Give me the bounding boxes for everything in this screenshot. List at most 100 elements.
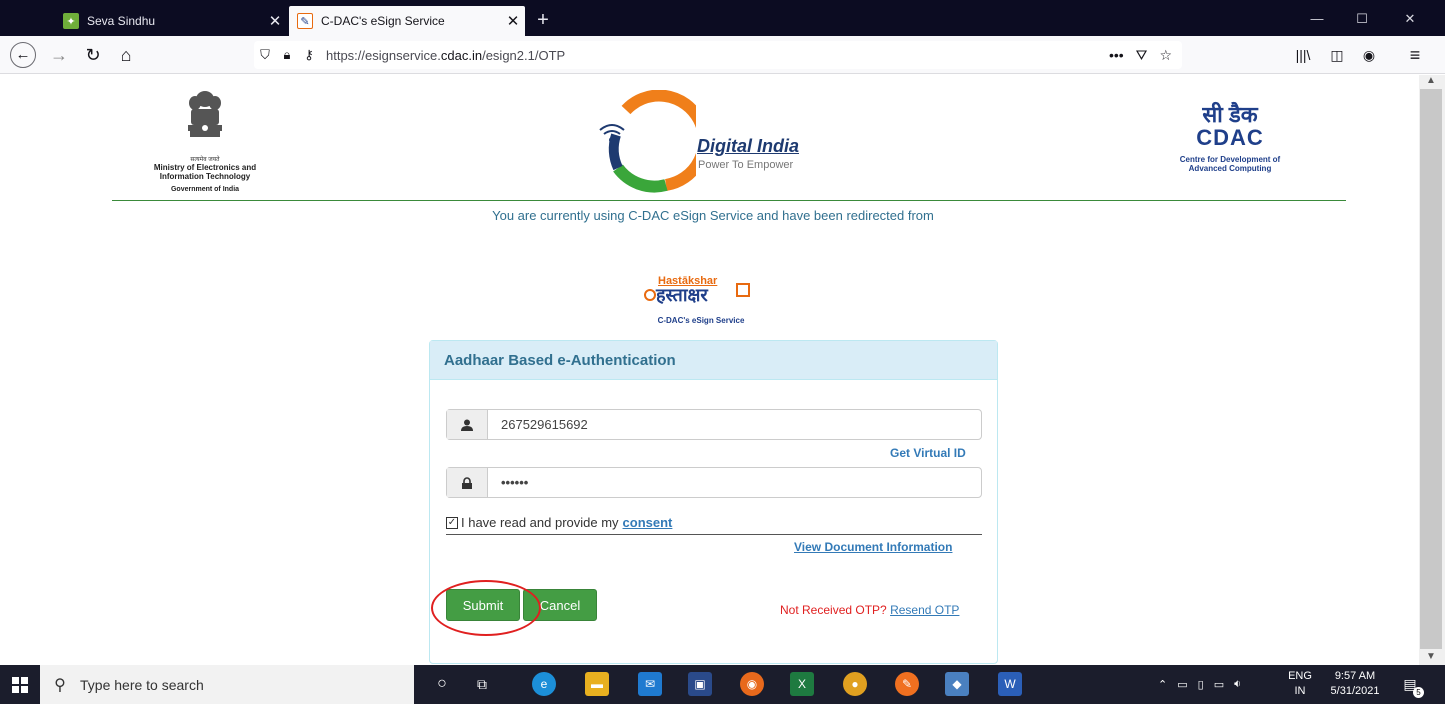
meity-hindi-motto: सत्यमेव जयते (190, 157, 220, 163)
excel-icon[interactable]: X (790, 672, 814, 696)
notification-count-badge: 5 (1413, 687, 1424, 698)
tray-expand-icon[interactable]: ⌃ (1158, 678, 1167, 691)
clock-date: 5/31/2021 (1330, 685, 1380, 697)
search-placeholder: Type here to search (80, 676, 204, 693)
tab-title: Seva Sindhu (87, 14, 156, 28)
national-emblem-icon (188, 91, 222, 137)
page-scrollbar[interactable]: ▲ ▼ (1419, 75, 1445, 665)
windows-logo-icon (12, 676, 28, 693)
aadhaar-value: 267529615692 (501, 417, 588, 432)
user-icon (447, 410, 488, 439)
cdac-full-line2: Advanced Computing (1188, 164, 1272, 173)
search-icon: ⚲ (54, 676, 66, 694)
hastakshar-hindi: हस्ताक्षर (656, 285, 708, 305)
taskbar-clock[interactable]: 9:57 AM 5/31/2021 (1322, 669, 1388, 699)
cdac-logo: सी डैक CDAC Centre for Development of Ad… (1140, 102, 1320, 174)
pocket-icon[interactable]: ⛛ (1136, 47, 1148, 64)
get-virtual-id-link[interactable]: Get Virtual ID (890, 446, 966, 460)
input-language[interactable]: ENG IN (1284, 669, 1316, 699)
digital-india-mark-icon (599, 89, 710, 193)
lang-region: IN (1294, 685, 1306, 697)
new-tab-icon[interactable]: + (530, 8, 556, 34)
navigation-bar: ← → ↻ ⌂ ⛉ 🔒︎ ⚷ https://esignservice.cdac… (0, 36, 1445, 74)
account-icon[interactable]: ◉ (1356, 42, 1382, 68)
cortana-icon[interactable]: ○ (430, 672, 454, 696)
meity-logo: सत्यमेव जयते Ministry of Electronics and… (140, 87, 270, 193)
minimize-icon[interactable]: — (1300, 6, 1334, 32)
consent-checkbox[interactable]: ✓ (446, 516, 458, 529)
back-icon[interactable]: ← (10, 42, 36, 68)
hastakshar-circle-icon (644, 289, 656, 301)
consent-link[interactable]: consent (623, 515, 673, 530)
notes-app-icon[interactable]: ◆ (945, 672, 969, 696)
sidebar-icon[interactable]: ◫ (1324, 42, 1350, 68)
otp-value: •••••• (501, 475, 529, 490)
page-actions-icon[interactable]: ••• (1109, 47, 1124, 63)
word-icon[interactable]: W (998, 672, 1022, 696)
otp-input[interactable]: •••••• (446, 467, 982, 498)
aadhaar-input[interactable]: 267529615692 (446, 409, 982, 440)
hastakshar-caption: C-DAC's eSign Service (657, 316, 745, 325)
chrome-icon[interactable]: ● (843, 672, 867, 696)
network-icon[interactable]: ▭ (1177, 678, 1187, 691)
tab-esign[interactable]: ✎ C-DAC's eSign Service ✕ (289, 6, 525, 36)
redirect-notice: You are currently using C-DAC eSign Serv… (492, 208, 934, 223)
lock-icon[interactable]: 🔒︎ (276, 47, 298, 63)
digital-india-logo: Digital India Power To Empower (596, 89, 836, 195)
volume-icon[interactable]: 🔉︎ (1234, 678, 1241, 691)
battery-icon[interactable]: ▯ (1198, 678, 1204, 691)
highlight-ring (431, 580, 541, 636)
library-icon[interactable]: |||\ (1290, 42, 1316, 68)
bookmark-star-icon[interactable]: ☆ (1159, 47, 1172, 64)
store-icon[interactable]: ▣ (688, 672, 712, 696)
page-content: सत्यमेव जयते Ministry of Electronics and… (0, 75, 1419, 665)
pencil-app-icon[interactable]: ✎ (895, 672, 919, 696)
url-text: https://esignservice.cdac.in/esign2.1/OT… (326, 47, 566, 63)
start-button[interactable] (0, 665, 40, 704)
scroll-down-icon[interactable]: ▼ (1419, 651, 1443, 662)
close-tab-icon[interactable]: ✕ (501, 12, 525, 30)
cdac-hindi: सी डैक (1202, 102, 1258, 127)
close-tab-icon[interactable]: ✕ (263, 12, 287, 30)
header-divider (112, 200, 1346, 201)
pen-square-icon (736, 283, 750, 297)
maximize-icon[interactable]: ☐ (1345, 6, 1379, 32)
reload-icon[interactable]: ↻ (80, 42, 106, 68)
cdac-full-line1: Centre for Development of (1179, 155, 1281, 164)
window-close-icon[interactable]: ✕ (1393, 6, 1427, 32)
wifi-icon[interactable]: ▭ (1214, 678, 1224, 691)
taskbar-search[interactable]: ⚲ Type here to search (40, 665, 414, 704)
view-document-link[interactable]: View Document Information (794, 540, 952, 554)
scroll-thumb[interactable] (1420, 89, 1442, 649)
digital-india-title: Digital India (697, 136, 800, 156)
tab-strip: ✦ Seva Sindhu ✕ ✎ C-DAC's eSign Service … (0, 0, 1445, 36)
otp-resend-row: Not Received OTP? Resend OTP (780, 603, 959, 617)
scroll-up-icon[interactable]: ▲ (1419, 75, 1443, 86)
task-view-icon[interactable]: ⧉ (470, 672, 494, 696)
auth-panel-heading: Aadhaar Based e-Authentication (430, 341, 997, 380)
lang-code: ENG (1288, 670, 1312, 682)
mail-icon[interactable]: ✉ (638, 672, 662, 696)
not-received-text: Not Received OTP? (780, 603, 887, 617)
tracking-shield-icon[interactable]: ⛉ (254, 47, 276, 63)
meity-name-line2: Information Technology (159, 172, 251, 181)
home-icon[interactable]: ⌂ (113, 42, 139, 68)
clock-time: 9:57 AM (1334, 670, 1376, 682)
windows-taskbar: ⚲ Type here to search ○ ⧉ e ▬ ✉ ▣ ◉ X ● … (0, 665, 1445, 704)
notification-icon[interactable]: ▤ 5 (1398, 672, 1424, 698)
firefox-icon[interactable]: ◉ (740, 672, 764, 696)
consent-text: I have read and provide my (461, 515, 619, 530)
key-icon[interactable]: ⚷ (298, 47, 320, 63)
hastakshar-logo: Hastākshar हस्ताक्षर C-DAC's eSign Servi… (640, 275, 762, 331)
file-explorer-icon[interactable]: ▬ (585, 672, 609, 696)
lock-icon (447, 468, 488, 497)
edge-icon[interactable]: e (532, 672, 556, 696)
forward-icon[interactable]: → (46, 42, 72, 68)
resend-otp-link[interactable]: Resend OTP (890, 603, 959, 617)
address-bar[interactable]: ⛉ 🔒︎ ⚷ https://esignservice.cdac.in/esig… (254, 41, 1182, 69)
consent-row: ✓ I have read and provide my consent (446, 515, 672, 530)
system-tray: ⌃ ▭ ▯ ▭ 🔉︎ (1158, 665, 1241, 704)
tab-seva-sindhu[interactable]: ✦ Seva Sindhu ✕ (55, 6, 287, 36)
menu-icon[interactable]: ≡ (1402, 42, 1428, 68)
meity-name-line1: Ministry of Electronics and (153, 163, 257, 172)
